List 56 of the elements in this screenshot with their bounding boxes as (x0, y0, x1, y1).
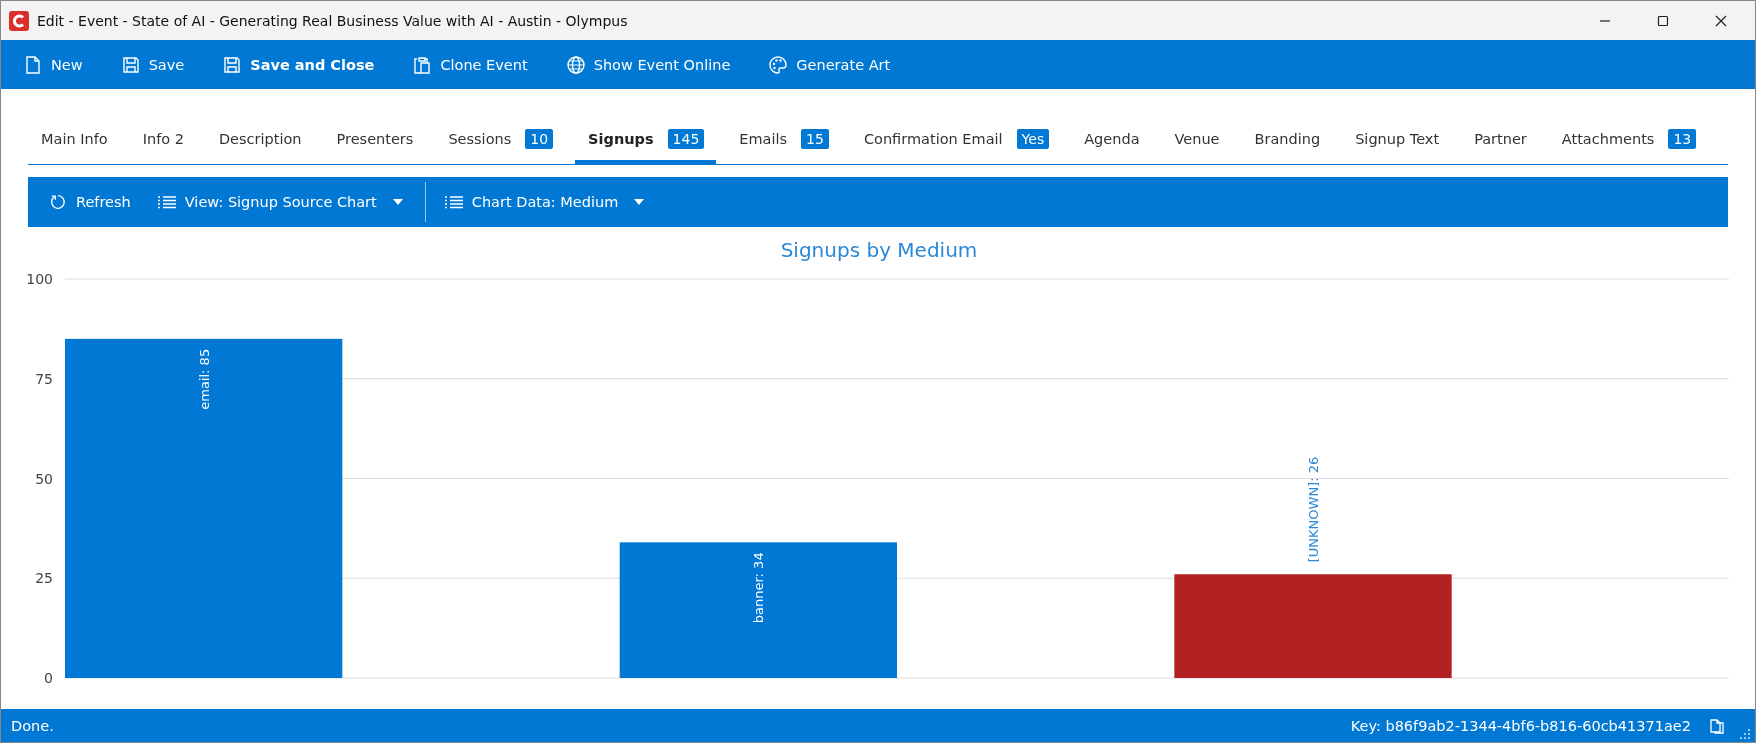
tab[interactable]: Signup Text (1342, 125, 1452, 164)
toolbar-button[interactable]: Generate Art (756, 48, 903, 81)
clipboard-icon (412, 54, 433, 75)
copy-icon[interactable] (1709, 717, 1725, 734)
refresh-button[interactable]: Refresh (44, 187, 141, 217)
record-key: Key: b86f9ab2-1344-4bf6-b816-60cb41371ae2 (1350, 717, 1691, 734)
toolbar-button[interactable]: Save and Close (210, 48, 387, 81)
dropdown-button[interactable]: Chart Data: Medium (439, 187, 655, 217)
save-icon (222, 54, 243, 75)
document-icon (23, 54, 43, 75)
save-icon (120, 54, 141, 75)
y-axis-label: 75 (35, 370, 53, 387)
tab[interactable]: Emails 15 (726, 125, 841, 164)
count-badge: 145 (667, 128, 705, 149)
palette-icon (768, 54, 789, 75)
caret-icon (392, 199, 403, 205)
y-axis-label: 100 (26, 271, 53, 287)
list-icon (156, 193, 177, 211)
count-badge: 15 (801, 128, 829, 149)
tab[interactable]: Description (205, 125, 314, 164)
window-title: Edit - Event - State of AI - Generating Real Business Value with AI - Austin - Olympus (37, 12, 628, 29)
y-axis-label: 0 (44, 670, 53, 686)
maximize-icon[interactable] (1657, 14, 1669, 27)
tab[interactable]: Agenda (1071, 125, 1152, 164)
toolbar-button[interactable]: Show Event Online (553, 48, 743, 81)
close-icon[interactable] (1715, 14, 1727, 27)
dropdown-button[interactable]: View: Signup Source Chart (152, 187, 413, 217)
toolbar-button[interactable]: Save (108, 48, 197, 81)
count-badge: 10 (525, 128, 554, 149)
tab[interactable]: Partner (1461, 125, 1539, 164)
toolbar-button[interactable]: New (11, 48, 95, 81)
tab[interactable]: Info 2 (129, 125, 196, 164)
count-badge: Yes (1016, 128, 1050, 149)
tab[interactable]: Presenters (323, 125, 426, 164)
tab[interactable]: Venue (1161, 125, 1232, 164)
y-axis-label: 25 (35, 570, 53, 587)
tab[interactable]: Branding (1241, 125, 1333, 164)
app-logo-icon (9, 10, 29, 31)
caret-icon (634, 199, 645, 205)
toolbar-button[interactable]: Clone Event (400, 48, 540, 81)
y-axis-label: 50 (35, 470, 53, 487)
list-icon (443, 193, 464, 211)
tab[interactable]: Attachments 13 (1548, 125, 1709, 164)
bar-value-label: banner: 34 (751, 552, 767, 624)
bar-value-label: email: 85 (196, 348, 212, 410)
resize-grip-icon[interactable] (1739, 728, 1751, 740)
tab[interactable]: Main Info (28, 125, 120, 164)
globe-icon (565, 54, 586, 75)
bar-value-label: [UNKNOWN]: 26 (1306, 456, 1321, 563)
refresh-icon (48, 193, 68, 211)
tab[interactable]: Signups 145 (575, 125, 717, 164)
tab[interactable]: Confirmation Email Yes (850, 125, 1062, 164)
status-message: Done. (11, 717, 54, 734)
chart-title: Signups by Medium (780, 238, 978, 262)
count-badge: 13 (1668, 128, 1697, 149)
tab[interactable]: Sessions 10 (435, 125, 566, 164)
